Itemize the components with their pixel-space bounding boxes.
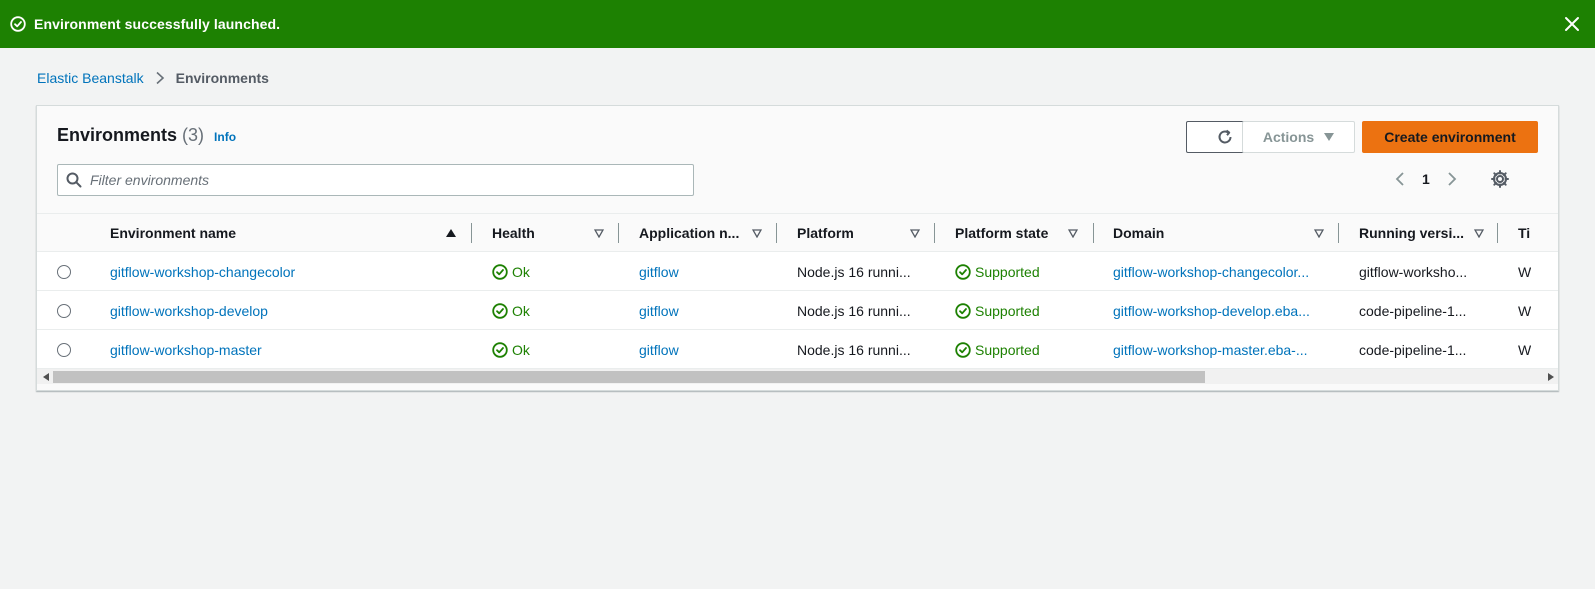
status-ok-icon — [492, 263, 508, 280]
platform-state-value: Supported — [975, 341, 1040, 358]
info-link[interactable]: Info — [214, 130, 236, 144]
table-row[interactable]: gitflow-workshop-changecolor Ok gitflow … — [37, 252, 1558, 291]
chevron-right-icon — [154, 71, 166, 85]
column-header-environment-name[interactable]: Environment name — [110, 214, 440, 252]
column-divider[interactable] — [471, 223, 472, 243]
sort-filter-icon[interactable] — [1314, 228, 1324, 238]
actions-dropdown[interactable]: Actions — [1242, 121, 1355, 153]
column-header-tier[interactable]: Ti — [1518, 214, 1558, 252]
gear-icon[interactable] — [1490, 169, 1510, 189]
sort-filter-icon[interactable] — [752, 228, 762, 238]
column-header-platform[interactable]: Platform — [797, 214, 897, 252]
scroll-right-icon[interactable] — [1546, 372, 1556, 382]
filter-environments-input-wrapper[interactable] — [57, 164, 694, 196]
scrollbar-thumb[interactable] — [53, 371, 1205, 383]
application-name-link[interactable]: gitflow — [639, 303, 679, 319]
column-divider[interactable] — [1093, 223, 1094, 243]
environment-name-link[interactable]: gitflow-workshop-develop — [110, 303, 268, 319]
column-divider[interactable] — [776, 223, 777, 243]
horizontal-scrollbar[interactable] — [37, 368, 1558, 384]
column-divider[interactable] — [1497, 223, 1498, 243]
application-name-link[interactable]: gitflow — [639, 264, 679, 280]
panel-header: Environments (3) Info Actions Create env… — [37, 106, 1558, 214]
breadcrumb-current: Environments — [175, 70, 269, 86]
row-select-radio[interactable] — [57, 304, 71, 318]
running-version-value: code-pipeline-1... — [1359, 341, 1467, 358]
environment-name-link[interactable]: gitflow-workshop-changecolor — [110, 264, 295, 280]
running-version-value: gitflow-worksho... — [1359, 263, 1468, 280]
column-divider[interactable] — [618, 223, 619, 243]
health-status: Ok — [512, 302, 530, 319]
scroll-left-icon[interactable] — [41, 372, 51, 382]
filter-environments-input[interactable] — [90, 172, 670, 188]
application-name-link[interactable]: gitflow — [639, 342, 679, 358]
sort-filter-icon[interactable] — [1068, 228, 1078, 238]
running-version-value: code-pipeline-1... — [1359, 302, 1467, 319]
environment-count: (3) — [182, 125, 205, 145]
platform-state-value: Supported — [975, 263, 1040, 280]
success-flash-banner: Environment successfully launched. — [0, 0, 1595, 48]
platform-value: Node.js 16 runni... — [797, 341, 911, 358]
search-icon — [66, 172, 82, 188]
table-row[interactable]: gitflow-workshop-develop Ok gitflow Node… — [37, 291, 1558, 330]
pagination: 1 — [1392, 169, 1460, 189]
check-circle-icon — [10, 16, 26, 32]
previous-page-icon[interactable] — [1392, 169, 1408, 189]
platform-value: Node.js 16 runni... — [797, 263, 911, 280]
breadcrumb-elastic-beanstalk[interactable]: Elastic Beanstalk — [37, 70, 144, 86]
sort-filter-icon[interactable] — [1474, 228, 1484, 238]
status-ok-icon — [955, 263, 971, 280]
health-status: Ok — [512, 263, 530, 280]
current-page[interactable]: 1 — [1422, 171, 1430, 187]
column-header-domain[interactable]: Domain — [1113, 214, 1293, 252]
row-select-radio[interactable] — [57, 265, 71, 279]
page-title: Environments (3) Info — [57, 125, 236, 146]
environments-table: Environment name Health Application n...… — [37, 213, 1558, 374]
domain-link[interactable]: gitflow-workshop-master.eba-... — [1113, 342, 1308, 358]
table-header: Environment name Health Application n...… — [37, 214, 1558, 252]
column-header-application-name[interactable]: Application n... — [639, 214, 744, 252]
column-divider[interactable] — [1338, 223, 1339, 243]
flash-message: Environment successfully launched. — [34, 16, 281, 32]
close-icon[interactable] — [1563, 15, 1581, 33]
status-ok-icon — [955, 302, 971, 319]
domain-link[interactable]: gitflow-workshop-develop.eba... — [1113, 303, 1310, 319]
platform-state-value: Supported — [975, 302, 1040, 319]
actions-label: Actions — [1262, 129, 1315, 145]
row-select-radio[interactable] — [57, 343, 71, 357]
sort-filter-icon[interactable] — [594, 228, 604, 238]
domain-link[interactable]: gitflow-workshop-changecolor... — [1113, 264, 1309, 280]
tier-value: W — [1518, 341, 1532, 358]
column-header-health[interactable]: Health — [492, 214, 592, 252]
refresh-icon — [1216, 128, 1234, 146]
create-environment-button[interactable]: Create environment — [1362, 121, 1538, 153]
breadcrumb: Elastic Beanstalk Environments — [37, 70, 269, 86]
platform-value: Node.js 16 runni... — [797, 302, 911, 319]
health-status: Ok — [512, 341, 530, 358]
next-page-icon[interactable] — [1444, 169, 1460, 189]
status-ok-icon — [955, 341, 971, 358]
status-ok-icon — [492, 341, 508, 358]
sort-ascending-icon[interactable] — [446, 228, 456, 238]
tier-value: W — [1518, 263, 1532, 280]
sort-filter-icon[interactable] — [910, 228, 920, 238]
tier-value: W — [1518, 302, 1532, 319]
panel-title: Environments — [57, 125, 178, 145]
column-divider[interactable] — [934, 223, 935, 243]
column-header-running-version[interactable]: Running versi... — [1359, 214, 1471, 252]
table-row[interactable]: gitflow-workshop-master Ok gitflow Node.… — [37, 330, 1558, 369]
status-ok-icon — [492, 302, 508, 319]
column-header-platform-state[interactable]: Platform state — [955, 214, 1065, 252]
environment-name-link[interactable]: gitflow-workshop-master — [110, 342, 262, 358]
caret-down-icon — [1324, 133, 1335, 141]
environments-panel: Environments (3) Info Actions Create env… — [36, 105, 1559, 391]
